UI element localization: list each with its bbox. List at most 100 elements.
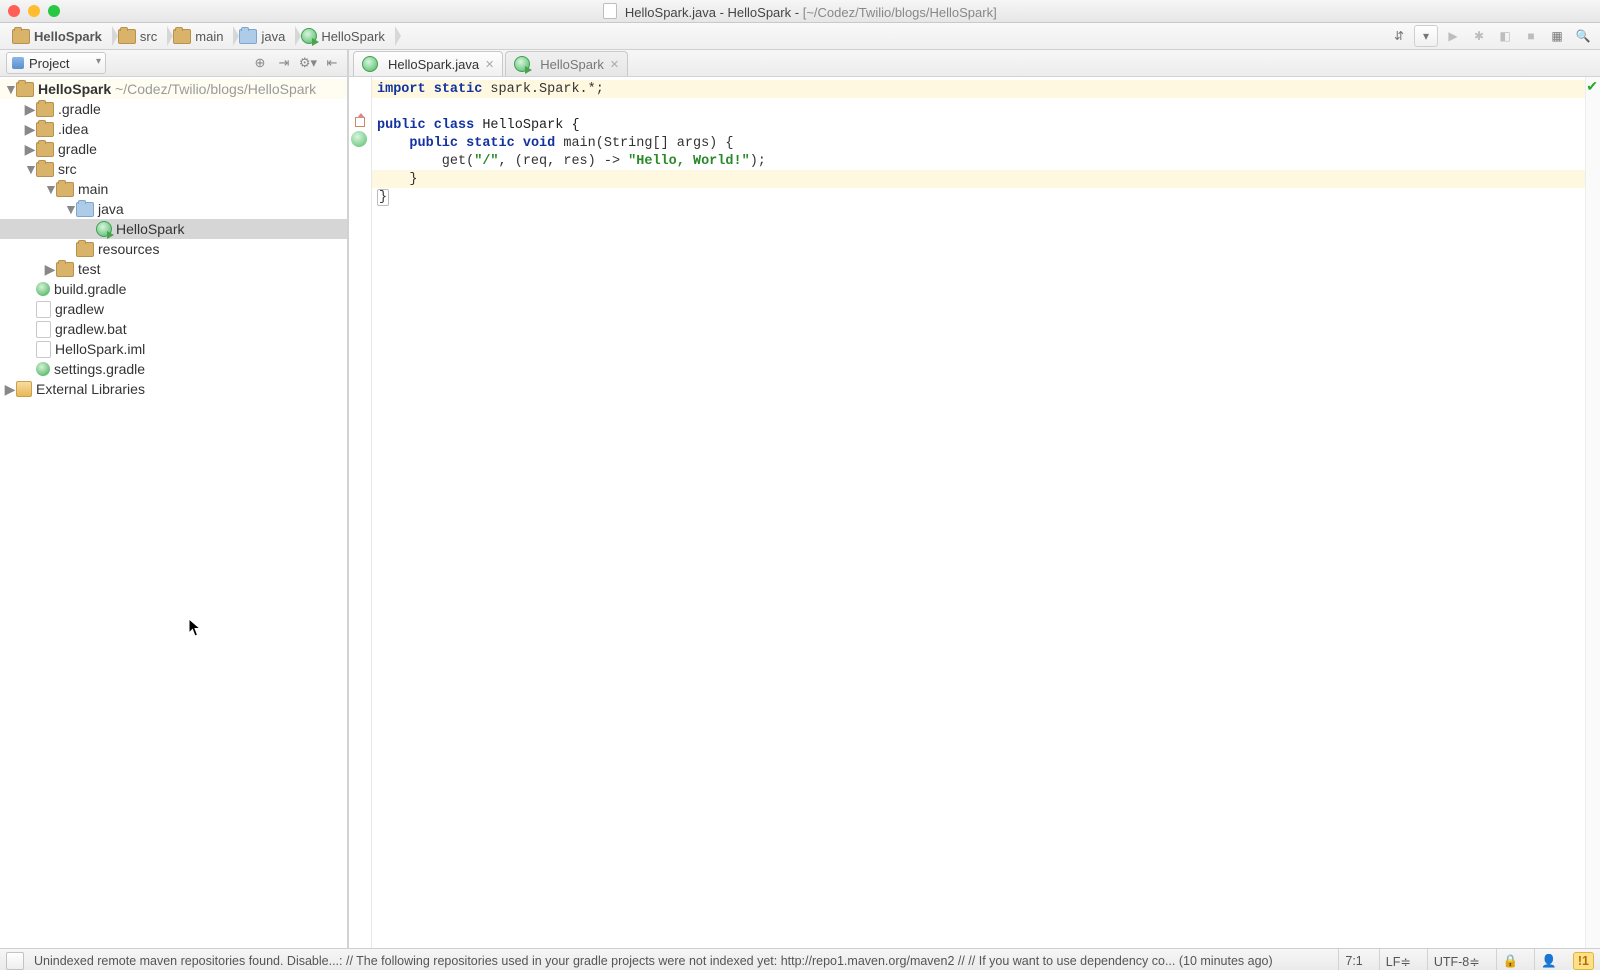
tree-item-label: build.gradle	[54, 281, 126, 297]
line-separator[interactable]: LF≑	[1379, 949, 1417, 970]
title-path: [~/Codez/Twilio/blogs/HelloSpark]	[803, 5, 997, 20]
tree-item[interactable]: gradlew	[0, 299, 347, 319]
hector-icon[interactable]: 👤	[1534, 949, 1563, 970]
tree-item-label: gradlew	[55, 301, 104, 317]
editor-tabbar: HelloSpark.java ✕ HelloSpark ✕	[349, 50, 1600, 77]
folder-icon	[36, 102, 54, 117]
tree-item[interactable]: ▶gradle	[0, 139, 347, 159]
collapse-icon[interactable]: ⇥	[275, 54, 293, 72]
run-config-dropdown[interactable]: ▾	[1414, 25, 1438, 47]
inspection-ok-icon: ✔	[1586, 79, 1598, 97]
tree-item[interactable]: ▶ test	[0, 259, 347, 279]
tree-root[interactable]: ▼ HelloSpark ~/Codez/Twilio/blogs/HelloS…	[0, 79, 347, 99]
code-editor[interactable]: import static spark.Spark.*; public clas…	[349, 77, 1600, 948]
tree-item[interactable]: ▶.gradle	[0, 99, 347, 119]
build-icon[interactable]: ⇵	[1388, 26, 1410, 46]
close-icon[interactable]: ✕	[610, 58, 619, 71]
tool-window-quick-access-icon[interactable]	[6, 952, 24, 970]
file-icon	[36, 341, 51, 358]
disclosure-triangle[interactable]: ▶	[24, 101, 36, 118]
gutter-run-marker[interactable]	[351, 131, 367, 147]
external-libraries[interactable]: ▶ External Libraries	[0, 379, 347, 399]
tree-item-label: src	[58, 161, 77, 177]
close-icon[interactable]: ✕	[485, 58, 494, 71]
run-icon[interactable]: ▶	[1442, 26, 1464, 46]
editor-gutter[interactable]	[349, 77, 372, 948]
readonly-toggle-icon[interactable]: 🔒	[1496, 949, 1525, 970]
disclosure-triangle[interactable]: ▶	[24, 121, 36, 138]
tree-item[interactable]: HelloSpark.iml	[0, 339, 347, 359]
tree-item-label: gradlew.bat	[55, 321, 127, 337]
title-file: HelloSpark.java	[625, 5, 716, 20]
project-view-selector[interactable]: Project	[6, 52, 106, 74]
folder-icon	[56, 182, 74, 197]
tab-label: HelloSpark.java	[388, 57, 479, 72]
tree-item-label: HelloSpark.iml	[55, 341, 145, 357]
stop-icon[interactable]: ■	[1520, 26, 1542, 46]
code-caret-line: }	[377, 189, 389, 206]
window-close-button[interactable]	[8, 5, 20, 17]
file-encoding[interactable]: UTF-8≑	[1427, 949, 1486, 970]
crumb-main[interactable]: main	[167, 23, 233, 49]
tree-item[interactable]: ▼ src	[0, 159, 347, 179]
code-content: import static spark.Spark.*; public clas…	[377, 81, 766, 207]
folder-icon	[36, 122, 54, 137]
crumb-java[interactable]: java	[233, 23, 295, 49]
project-view-label: Project	[29, 56, 69, 71]
crumb-class[interactable]: HelloSpark	[295, 23, 395, 49]
folder-icon	[173, 29, 191, 44]
editor-tab-hellospark-java[interactable]: HelloSpark.java ✕	[353, 51, 503, 76]
window-titlebar: HelloSpark.java - HelloSpark - [~/Codez/…	[0, 0, 1600, 23]
window-minimize-button[interactable]	[28, 5, 40, 17]
disclosure-triangle[interactable]: ▼	[44, 181, 56, 197]
caret-position[interactable]: 7:1	[1338, 949, 1368, 970]
disclosure-triangle[interactable]: ▼	[4, 81, 16, 97]
tree-item-label: main	[78, 181, 108, 197]
tree-item-label: test	[78, 261, 101, 277]
folder-icon	[118, 29, 136, 44]
folder-icon	[239, 29, 257, 44]
coverage-icon[interactable]: ◧	[1494, 26, 1516, 46]
status-bar: Unindexed remote maven repositories foun…	[0, 948, 1600, 970]
disclosure-triangle[interactable]: ▶	[44, 261, 56, 278]
disclosure-triangle[interactable]: ▼	[64, 201, 76, 217]
status-message[interactable]: Unindexed remote maven repositories foun…	[34, 954, 1328, 968]
tree-item[interactable]: ▼ main	[0, 179, 347, 199]
settings-icon[interactable]: ⚙▾	[299, 54, 317, 72]
navigation-bar: HelloSpark src main java HelloSpark ⇵ ▾ …	[0, 23, 1600, 50]
project-tree[interactable]: ▼ HelloSpark ~/Codez/Twilio/blogs/HelloS…	[0, 77, 347, 948]
tree-item[interactable]: ▼ java	[0, 199, 347, 219]
tree-item-label: settings.gradle	[54, 361, 145, 377]
tree-item[interactable]: settings.gradle	[0, 359, 347, 379]
disclosure-triangle[interactable]: ▶	[24, 141, 36, 158]
locate-icon[interactable]: ⊕	[251, 54, 269, 72]
tree-item-label: java	[98, 201, 124, 217]
crumb-src[interactable]: src	[112, 23, 167, 49]
debug-icon[interactable]: ✱	[1468, 26, 1490, 46]
gutter-class-marker[interactable]	[351, 113, 367, 129]
window-zoom-button[interactable]	[48, 5, 60, 17]
tree-item[interactable]: build.gradle	[0, 279, 347, 299]
tree-item[interactable]: resources	[0, 239, 347, 259]
error-stripe[interactable]: ✔	[1585, 77, 1600, 948]
folder-icon	[16, 82, 34, 97]
hide-icon[interactable]: ⇤	[323, 54, 341, 72]
class-icon	[96, 221, 112, 237]
project-structure-icon[interactable]: ▦	[1546, 26, 1568, 46]
disclosure-triangle[interactable]: ▶	[4, 381, 16, 398]
gradle-icon	[36, 282, 50, 296]
project-tool-window: Project ⊕ ⇥ ⚙▾ ⇤ ▼ HelloSpark ~/Codez/Tw…	[0, 50, 348, 948]
gradle-icon	[36, 362, 50, 376]
tree-item[interactable]: gradlew.bat	[0, 319, 347, 339]
folder-icon	[76, 242, 94, 257]
tree-item[interactable]: HelloSpark	[0, 219, 347, 239]
folder-icon	[76, 202, 94, 217]
crumb-project[interactable]: HelloSpark	[6, 23, 112, 49]
notification-badge[interactable]: !1	[1573, 952, 1594, 970]
file-icon	[603, 3, 617, 19]
editor-tab-hellospark-run[interactable]: HelloSpark ✕	[505, 51, 628, 76]
disclosure-triangle[interactable]: ▼	[24, 161, 36, 177]
tree-item[interactable]: ▶ .idea	[0, 119, 347, 139]
search-icon[interactable]: 🔍	[1572, 26, 1594, 46]
tree-item-label: .idea	[58, 121, 88, 137]
